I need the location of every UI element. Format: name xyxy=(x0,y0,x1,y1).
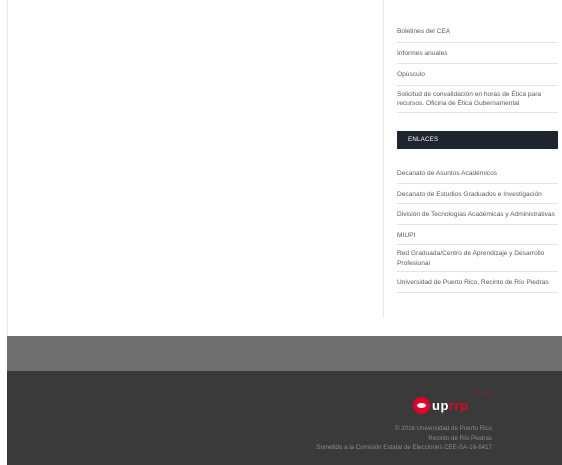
link-informes-anuales[interactable]: Informes anuales xyxy=(397,43,558,64)
logo-wordmark: uprrp xyxy=(432,398,469,413)
election-notice-text: Sometido a la Comisión Estatal de Elecci… xyxy=(316,444,492,451)
link-opusculo[interactable]: Opúsculo xyxy=(397,64,558,86)
logo-emblem-icon xyxy=(413,397,430,414)
publications-list: Boletines del CEA Informes anuales Opúsc… xyxy=(397,21,558,113)
campus-text: Recinto de Río Piedras xyxy=(428,434,492,442)
sidebar: Boletines del CEA Informes anuales Opúsc… xyxy=(383,0,558,318)
link-division-tecnologias[interactable]: División de Tecnologías Académicas y Adm… xyxy=(397,204,558,225)
link-red-graduada[interactable]: Red Graduada/Centro de Aprendizaje y Des… xyxy=(397,245,558,272)
content-left-border xyxy=(7,0,8,340)
enlaces-list: Decanato de Asuntos Académicos Decanato … xyxy=(397,163,558,293)
link-miupi[interactable]: MIUPI xyxy=(397,225,558,245)
link-decanato-estudios-graduados[interactable]: Decanato de Estudios Graduados e Investi… xyxy=(397,184,558,204)
copyright-text: © 2016 Universidad de Puerto Rico xyxy=(394,425,492,432)
link-decanato-asuntos-academicos[interactable]: Decanato de Asuntos Académicos xyxy=(397,163,558,184)
link-solicitud-convalidacion[interactable]: Solicitud de convalidación en horas de É… xyxy=(397,86,558,113)
link-boletines[interactable]: Boletines del CEA xyxy=(397,21,558,43)
footer-text: © 2016 Universidad de Puerto Rico Recint… xyxy=(192,424,492,453)
link-upr-rio-piedras[interactable]: Universidad de Puerto Rico, Recinto de R… xyxy=(397,272,558,293)
footer: uprrp LA IUPI © 2016 Universidad de Puer… xyxy=(7,371,562,465)
footer-top-band xyxy=(7,336,562,371)
uprrp-logo[interactable]: uprrp LA IUPI xyxy=(413,392,505,417)
enlaces-header: ENLACES xyxy=(397,131,558,149)
logo-tagline: LA IUPI xyxy=(475,392,493,396)
